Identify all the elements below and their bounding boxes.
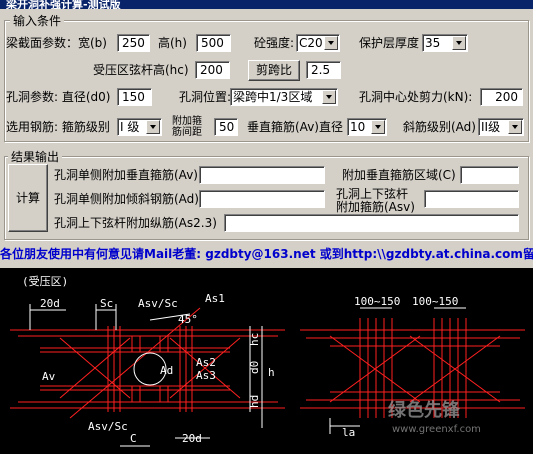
la-label-diagram: la bbox=[342, 426, 355, 439]
left-beam-lines bbox=[10, 307, 285, 419]
span-ratio-button[interactable]: 剪跨比 bbox=[248, 60, 300, 81]
hole-diameter-input[interactable]: 150 bbox=[117, 88, 152, 106]
as23-label: 孔洞上下弦杆附加纵筋(As2.3) bbox=[54, 216, 217, 230]
watermark-text: 绿色先锋 bbox=[388, 399, 461, 421]
vertical-diameter-select[interactable]: 10 bbox=[347, 118, 387, 136]
beam-width-input[interactable]: 250 bbox=[117, 34, 150, 52]
h-label-diagram: h bbox=[268, 366, 275, 379]
contact-banner: 各位朋友使用中有何意见请Mail老董: gzdbty@163.net 或到htt… bbox=[0, 244, 533, 264]
shear-input[interactable]: 200 bbox=[480, 88, 523, 106]
chevron-down-icon[interactable] bbox=[322, 90, 336, 104]
spacing-label-2: 筋间距 bbox=[172, 127, 202, 138]
concrete-label: 砼强度: bbox=[254, 36, 295, 50]
zone-label: (受压区) bbox=[22, 275, 68, 288]
vertical-rebar-label: 垂直箍筋(Av)直径 bbox=[247, 120, 343, 134]
angle-label: 45° bbox=[178, 313, 198, 326]
spacing-input[interactable]: 50 bbox=[214, 118, 238, 136]
av-label-diagram: Av bbox=[42, 370, 56, 383]
diagonal-grade-value: II级 bbox=[481, 120, 501, 134]
hole-label: 孔洞参数: 直径(d0) bbox=[6, 90, 111, 104]
beam-height-input[interactable]: 500 bbox=[196, 34, 231, 52]
c-label-diagram: C bbox=[130, 432, 137, 445]
shear-label: 孔洞中心处剪力(kN): bbox=[359, 90, 473, 104]
sc-label: Sc bbox=[100, 297, 113, 310]
av-output[interactable] bbox=[199, 166, 325, 184]
beam-diagram-svg: (受压区) 20d Sc Asv/Sc As1 45° As2 As3 Av A… bbox=[10, 275, 525, 447]
reinforcement-drawing: (受压区) 20d Sc Asv/Sc As1 45° As2 As3 Av A… bbox=[0, 268, 533, 454]
concrete-select[interactable]: C20 bbox=[296, 34, 340, 52]
ad-output[interactable] bbox=[199, 190, 325, 208]
asv-sc-label-top: Asv/Sc bbox=[138, 297, 178, 310]
as3-label: As3 bbox=[196, 369, 216, 382]
output-group-legend: 结果输出 bbox=[8, 148, 63, 165]
chevron-down-icon[interactable] bbox=[508, 120, 522, 134]
asv-output[interactable] bbox=[424, 190, 519, 208]
chevron-down-icon[interactable] bbox=[324, 36, 338, 50]
asv-label-2: 附加箍筋(Asv) bbox=[336, 200, 415, 214]
as23-output[interactable] bbox=[224, 214, 519, 232]
section-label: 梁截面参数：宽(b) bbox=[6, 36, 107, 50]
as1-label: As1 bbox=[205, 292, 225, 305]
ad-label: 孔洞单侧附加倾斜钢筋(Ad) bbox=[54, 192, 199, 206]
watermark-url: www.greenxf.com bbox=[392, 424, 481, 435]
dim-100-150-left: 100~150 bbox=[354, 295, 400, 308]
as2-label: As2 bbox=[196, 356, 216, 369]
dim-20d-top: 20d bbox=[40, 297, 60, 310]
spacing-label-1: 附加箍 bbox=[172, 116, 202, 127]
cover-select[interactable]: 35 bbox=[422, 34, 468, 52]
dim-20d-bottom: 20d bbox=[182, 432, 202, 445]
dim-100-150-right: 100~150 bbox=[412, 295, 458, 308]
ad-label-diagram: Ad bbox=[160, 364, 173, 377]
window-title: 梁开洞补强计算-测试版 bbox=[6, 0, 121, 9]
rebar-label: 选用钢筋: 箍筋级别 bbox=[6, 120, 110, 134]
diagonal-grade-label: 斜筋级别(Ad) bbox=[403, 120, 476, 134]
region-label: 附加垂直箍筋区域(C) bbox=[342, 168, 456, 182]
hole-position-value: 梁跨中1/3区域 bbox=[233, 90, 313, 104]
cover-label: 保护层厚度 bbox=[359, 36, 420, 50]
asv-sc-label-bottom: Asv/Sc bbox=[88, 420, 128, 433]
stirrup-grade-value: I 级 bbox=[120, 120, 140, 134]
vertical-diameter-value: 10 bbox=[350, 120, 366, 134]
cover-value: 35 bbox=[425, 36, 441, 50]
region-output[interactable] bbox=[460, 166, 519, 184]
hd-label-diagram: hd bbox=[248, 395, 261, 408]
hc-label-diagram: hc bbox=[248, 333, 261, 346]
diagonal-grade-select[interactable]: II级 bbox=[478, 118, 524, 136]
span-ratio-input[interactable]: 2.5 bbox=[306, 61, 341, 79]
chevron-down-icon[interactable] bbox=[146, 120, 160, 134]
beam-height-label: 高(h) bbox=[158, 36, 187, 50]
av-label: 孔洞单侧附加垂直箍筋(Av) bbox=[54, 168, 198, 182]
watermark: 绿色先锋 www.greenxf.com bbox=[388, 399, 481, 435]
concrete-value: C20 bbox=[299, 36, 323, 50]
hc-label: 受压区弦杆高(hc) bbox=[93, 63, 189, 77]
title-bar: 梁开洞补强计算-测试版 bbox=[0, 0, 533, 9]
left-beam-dims bbox=[29, 304, 263, 447]
chevron-down-icon[interactable] bbox=[452, 36, 466, 50]
stirrup-grade-select[interactable]: I 级 bbox=[117, 118, 162, 136]
d0-label-diagram: d0 bbox=[248, 361, 261, 374]
hc-input[interactable]: 200 bbox=[195, 61, 230, 79]
input-group-legend: 输入条件 bbox=[10, 12, 65, 29]
chevron-down-icon[interactable] bbox=[371, 120, 385, 134]
hole-position-label: 孔洞位置: bbox=[179, 90, 232, 104]
calculate-button[interactable]: 计算 bbox=[8, 164, 48, 232]
hole-position-select[interactable]: 梁跨中1/3区域 bbox=[230, 88, 338, 106]
